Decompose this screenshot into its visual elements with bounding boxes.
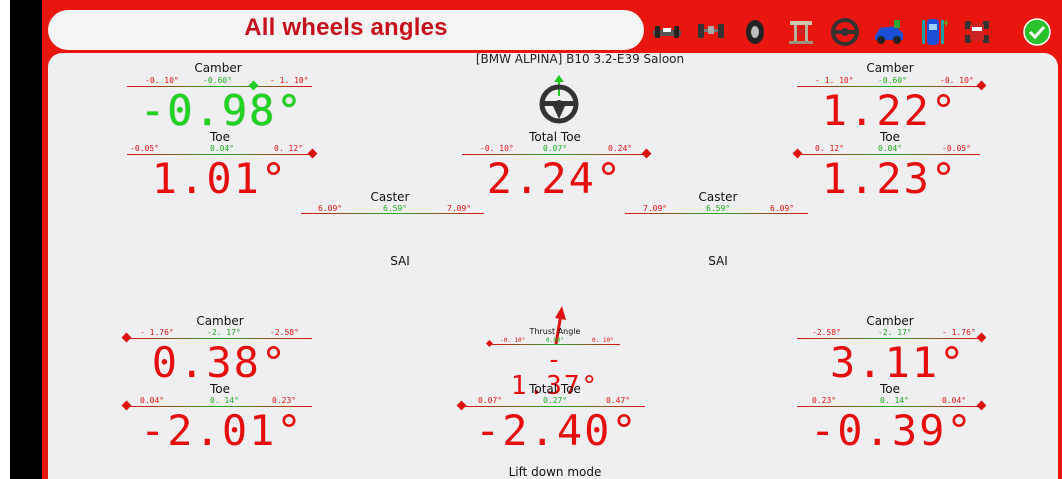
- fl-camber-value: -0.98°: [140, 86, 304, 135]
- rl-camber-mid: -2. 17°: [207, 328, 241, 337]
- fr-toe-value: 1.23°: [821, 154, 959, 203]
- fr-camber-max: -0. 10°: [940, 76, 974, 85]
- steering-wheel-icon[interactable]: [828, 14, 862, 50]
- rl-camber-min: - 1.76°: [140, 328, 174, 337]
- fr-caster-scale: [625, 213, 808, 214]
- mode-status: Lift down mode: [508, 465, 602, 479]
- front-total-toe-label: Total Toe: [529, 130, 581, 144]
- fr-caster-label: Caster: [698, 190, 738, 204]
- fl-camber-min: -0. 10°: [145, 76, 179, 85]
- fl-toe-min: -0.05°: [130, 144, 159, 153]
- fr-camber-mid: -0.60°: [878, 76, 907, 85]
- fr-toe-max: -0.05°: [942, 144, 971, 153]
- fr-caster-min: 7.09°: [643, 204, 668, 213]
- rr-toe-value: -0.39°: [810, 406, 974, 455]
- rear-total-toe-label: Total Toe: [529, 382, 581, 396]
- tire-icon[interactable]: [738, 14, 772, 50]
- fr-sai-label: SAI: [708, 254, 728, 268]
- fr-camber-value: 1.22°: [821, 86, 959, 135]
- rl-camber-max: -2.58°: [270, 328, 299, 337]
- fl-caster-label: Caster: [370, 190, 410, 204]
- steering-wheel-indicator: [538, 74, 580, 128]
- rr-camber-min: -2.58°: [812, 328, 841, 337]
- thrust-angle-mid: 0.00°: [546, 337, 565, 344]
- rr-camber-value: 3.11°: [830, 338, 967, 387]
- rear-total-toe-value: -2.40°: [475, 406, 639, 455]
- alignment-car-icon[interactable]: [960, 14, 994, 50]
- rl-toe-label: Toe: [209, 382, 230, 396]
- rr-toe-mid: 0. 14°: [880, 396, 909, 405]
- rl-toe-mid: 0. 14°: [210, 396, 239, 405]
- fl-camber-label: Camber: [194, 61, 242, 75]
- front-total-toe-value: 2.24°: [486, 154, 624, 203]
- rr-camber-max: - 1.76°: [942, 328, 976, 337]
- fr-toe-min: 0. 12°: [815, 144, 844, 153]
- rear-total-toe-max: 0.47°: [606, 396, 631, 405]
- fr-toe-mid: 0.04°: [878, 144, 903, 153]
- fr-toe-label: Toe: [879, 130, 900, 144]
- thrust-angle-label: Thrust Angle: [529, 327, 581, 336]
- front-total-toe-mid: 0.07°: [543, 144, 568, 153]
- rl-toe-value: -2.01°: [140, 406, 304, 455]
- fr-camber-min: - 1. 10°: [815, 76, 854, 85]
- fr-camber-label: Camber: [866, 61, 914, 75]
- confirm-check-icon[interactable]: [1020, 14, 1054, 50]
- fl-caster-min: 6.09°: [318, 204, 343, 213]
- front-total-toe-max: 0.24°: [608, 144, 633, 153]
- car-sensor-icon[interactable]: [872, 14, 906, 50]
- fl-camber-mid: -0.60°: [203, 76, 232, 85]
- rl-toe-max: 0.23°: [272, 396, 297, 405]
- rl-toe-min: 0.04°: [140, 396, 165, 405]
- rr-toe-label: Toe: [879, 382, 900, 396]
- fl-sai-label: SAI: [390, 254, 410, 268]
- thrust-angle-min: -0. 10°: [500, 337, 526, 344]
- rr-camber-label: Camber: [866, 314, 914, 328]
- fr-caster-max: 6.09°: [770, 204, 795, 213]
- fl-camber-max: - 1. 10°: [270, 76, 309, 85]
- rr-toe-max: 0.04°: [942, 396, 967, 405]
- side-bar: [10, 0, 42, 479]
- fl-toe-mid: 0.04°: [210, 144, 235, 153]
- page-title: All wheels angles: [244, 14, 448, 41]
- fl-caster-mid: 6.59°: [383, 204, 408, 213]
- rear-total-toe-mid: 0.27°: [543, 396, 568, 405]
- vehicle-name: [BMW ALPINA] B10 3.2-E39 Saloon: [475, 52, 685, 66]
- front-total-toe-min: -0. 10°: [480, 144, 514, 153]
- lift-icon[interactable]: [784, 14, 818, 50]
- fl-toe-label: Toe: [209, 130, 230, 144]
- screen-margin: [0, 0, 10, 479]
- rl-camber-value: 0.38°: [151, 338, 289, 387]
- axle-icon[interactable]: [694, 14, 728, 50]
- fl-toe-value: 1.01°: [151, 154, 289, 203]
- rear-total-toe-min: 0.07°: [478, 396, 503, 405]
- rr-camber-mid: -2. 17°: [878, 328, 912, 337]
- svg-text:+: +: [942, 18, 948, 29]
- rr-toe-min: 0.23°: [812, 396, 837, 405]
- vehicle-front-icon[interactable]: [650, 14, 684, 50]
- fl-caster-max: 7.09°: [447, 204, 472, 213]
- fr-caster-mid: 6.59°: [706, 204, 731, 213]
- car-top-icon[interactable]: +: [916, 14, 950, 50]
- thrust-angle-max: 0. 10°: [592, 337, 614, 344]
- fl-caster-scale: [301, 213, 484, 214]
- fl-toe-max: 0. 12°: [274, 144, 303, 153]
- rl-camber-label: Camber: [196, 314, 244, 328]
